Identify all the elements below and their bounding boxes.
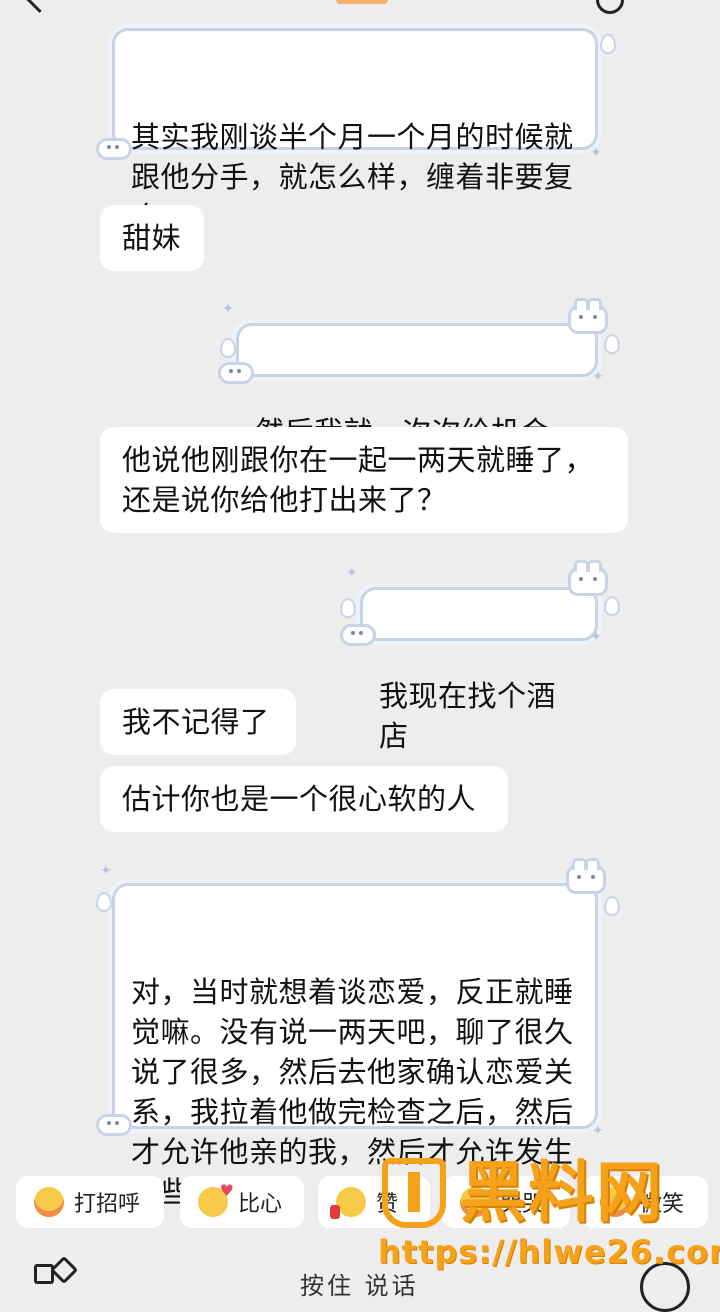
decor-star-icon: ✦ [592,1123,604,1139]
quick-reply-greet[interactable]: 打招呼 [16,1176,164,1228]
message-bubble-sent[interactable]: 对，当时就想着谈恋爱，反正就睡觉嘛。没有说一两天吧，聊了很久说了很多，然后去他家… [112,883,598,1209]
message-text: 我现在找个酒店 [379,679,557,753]
decor-cat-icon [566,858,606,894]
watermark-name: 黑料网 [460,1154,664,1231]
decor-blob-icon [340,624,376,646]
decor-drop-icon [604,896,620,916]
decor-drop-icon [220,338,236,358]
decor-star-icon: ✦ [222,301,234,317]
more-options-icon[interactable] [596,0,624,14]
decor-blob-icon [96,1114,132,1136]
message-text: 估计你也是一个很心软的人 [122,782,477,816]
message-bubble-sent[interactable]: 其实我刚谈半个月一个月的时候就跟他分手，就怎么样，缠着非要复合 [112,28,598,234]
decor-star-icon: ✦ [346,565,358,581]
decor-drop-icon [96,892,112,912]
decor-drop-icon [604,596,620,616]
quick-reply-heart[interactable]: 比心 [180,1176,304,1228]
message-bubble-sent[interactable]: 然后我就一次次给机会嘛 [236,323,598,489]
message-bubble-sent[interactable]: 我现在找个酒店 [360,587,598,753]
decor-drop-icon [600,34,616,54]
decor-star-icon: ✦ [100,863,112,879]
message-bubble-received[interactable]: 估计你也是一个很心软的人 [100,766,508,832]
message-text: 甜妹 [122,221,182,255]
message-bubble-received[interactable]: 甜妹 [100,205,204,271]
quick-reply-label: 比心 [238,1192,283,1217]
top-bar [0,0,720,22]
decor-cat-icon [568,298,608,334]
message-text: 我不记得了 [122,705,270,739]
message-text: 他说他刚跟你在一起一两天就睡了，还是说你给他打出来了？ [122,443,595,517]
decor-star-icon: ✦ [590,145,602,161]
heart-hands-icon [198,1181,234,1217]
watermark-logo-icon [382,1158,446,1228]
message-bubble-received[interactable]: 他说他刚跟你在一起一两天就睡了，还是说你给他打出来了？ [100,427,628,533]
back-arrow-icon[interactable] [26,0,53,13]
watermark: 黑料网 https://hlwe26.com [378,1152,720,1280]
watermark-url: https://hlwe26.com [378,1233,720,1271]
thumbs-up-icon [330,1187,366,1219]
message-bubble-received[interactable]: 我不记得了 [100,689,296,755]
title-accent [336,0,388,4]
quick-reply-label: 打招呼 [74,1192,141,1217]
decor-blob-icon [96,138,132,160]
decor-star-icon: ✦ [590,629,602,645]
decor-drop-icon [340,598,356,618]
smiling-face-icon [34,1187,64,1217]
decor-blob-icon [218,362,254,384]
decor-star-icon: ✦ [592,369,604,385]
decor-drop-icon [604,334,620,354]
decor-cat-icon [568,560,608,596]
apps-grid-icon[interactable] [34,1255,79,1304]
